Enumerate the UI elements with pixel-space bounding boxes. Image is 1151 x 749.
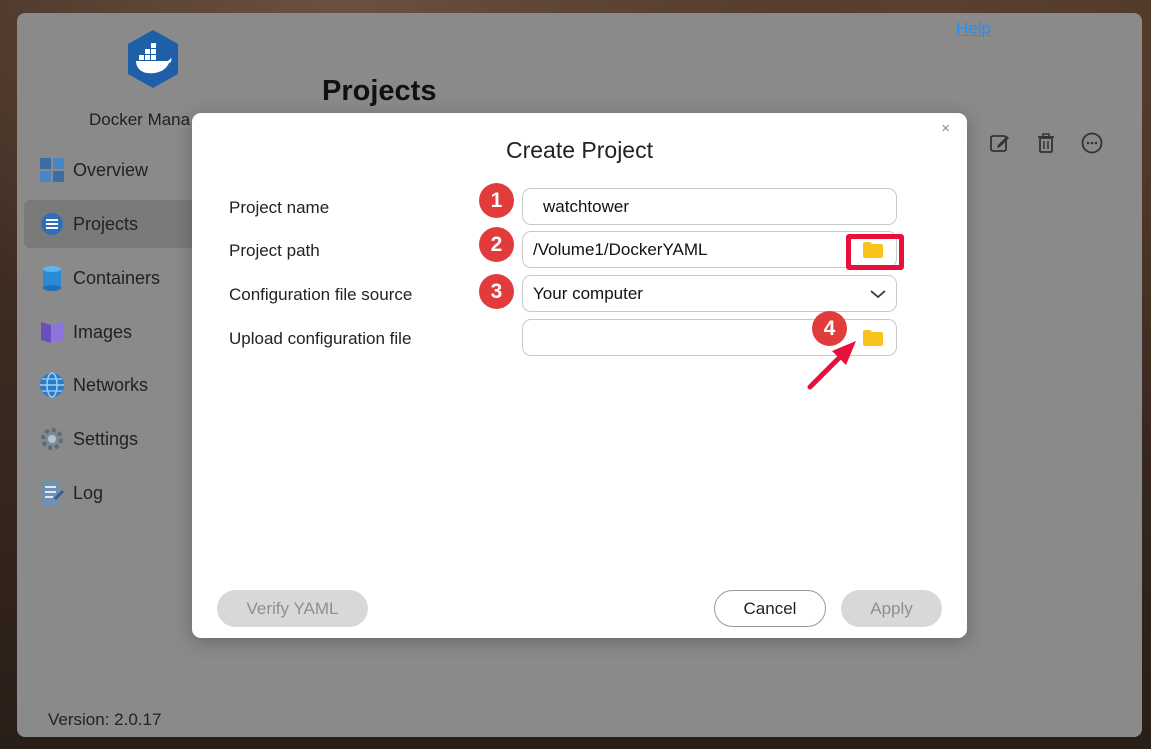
edit-icon[interactable] <box>987 130 1013 156</box>
chevron-down-icon <box>870 289 886 299</box>
app-name: Docker Mana <box>89 110 191 129</box>
sidebar-item-overview[interactable]: Overview <box>24 146 207 194</box>
project-name-value: watchtower <box>543 196 629 216</box>
sidebar: Docker Mana Overview Projects Containers… <box>17 13 207 737</box>
sidebar-item-containers[interactable]: Containers <box>24 254 207 302</box>
sidebar-item-label: Projects <box>73 213 139 234</box>
containers-cylinder-icon <box>38 264 66 292</box>
networks-globe-icon <box>38 371 66 399</box>
sidebar-item-label: Containers <box>73 267 161 288</box>
sidebar-item-label: Overview <box>73 159 149 180</box>
sidebar-item-projects[interactable]: Projects <box>24 200 207 248</box>
sidebar-item-settings[interactable]: Settings <box>24 415 207 463</box>
step-badge-2: 2 <box>479 227 514 262</box>
arrow-pointer-icon <box>807 341 856 390</box>
verify-yaml-button[interactable]: Verify YAML <box>217 590 368 627</box>
close-icon[interactable]: × <box>941 120 950 137</box>
apply-button[interactable]: Apply <box>841 590 942 627</box>
sidebar-item-label: Settings <box>73 428 139 449</box>
sidebar-item-label: Log <box>73 482 104 503</box>
sidebar-item-label: Images <box>73 321 133 342</box>
page-title: Projects <box>322 75 437 107</box>
sidebar-item-label: Networks <box>73 374 149 395</box>
sidebar-item-networks[interactable]: Networks <box>24 361 207 409</box>
log-document-icon <box>38 479 66 507</box>
settings-gear-icon <box>38 425 66 453</box>
projects-list-icon <box>38 210 66 238</box>
config-source-value: Your computer <box>533 283 643 303</box>
project-path-value: /Volume1/DockerYAML <box>533 239 708 259</box>
project-path-label: Project path <box>229 241 320 260</box>
trash-icon[interactable] <box>1033 130 1059 156</box>
toolbar <box>987 130 1105 156</box>
config-source-select[interactable]: Your computer <box>522 275 897 312</box>
project-path-input[interactable]: /Volume1/DockerYAML <box>522 231 897 268</box>
version-text: Version: 2.0.17 <box>48 710 162 729</box>
docker-logo-icon <box>128 30 178 88</box>
dialog-title: Create Project <box>505 137 653 163</box>
project-name-input[interactable]: watchtower <box>522 188 897 225</box>
cancel-button[interactable]: Cancel <box>714 590 826 627</box>
help-link[interactable]: Help <box>956 19 991 39</box>
overview-grid-icon <box>38 156 66 184</box>
create-project-dialog: × Create Project Project name 1 watchtow… <box>192 113 967 638</box>
highlight-box <box>846 234 904 270</box>
more-icon[interactable] <box>1079 130 1105 156</box>
step-badge-3: 3 <box>479 274 514 309</box>
step-badge-1: 1 <box>479 183 514 218</box>
sidebar-item-images[interactable]: Images <box>24 308 207 356</box>
sidebar-item-log[interactable]: Log <box>24 469 207 517</box>
config-source-label: Configuration file source <box>229 285 413 304</box>
project-name-label: Project name <box>229 198 330 217</box>
upload-config-label: Upload configuration file <box>229 329 412 348</box>
folder-icon[interactable] <box>862 329 884 347</box>
images-icon <box>38 318 66 346</box>
